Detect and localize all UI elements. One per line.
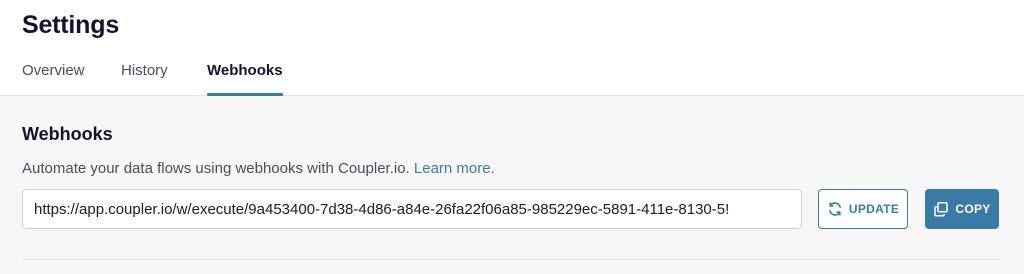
- update-button[interactable]: UPDATE: [818, 189, 908, 229]
- tab-webhooks[interactable]: Webhooks: [207, 62, 283, 96]
- refresh-icon: [827, 201, 843, 217]
- section-title: Webhooks: [22, 124, 113, 144]
- copy-button[interactable]: COPY: [925, 189, 999, 229]
- tab-overview[interactable]: Overview: [22, 62, 85, 96]
- description-text: Automate your data flows using webhooks …: [22, 160, 410, 177]
- tab-history[interactable]: History: [121, 62, 168, 96]
- page-title: Settings: [22, 11, 120, 39]
- settings-header: Settings Overview History Webhooks: [0, 0, 1024, 96]
- learn-more-link[interactable]: Learn more.: [414, 160, 495, 177]
- update-label: UPDATE: [848, 202, 900, 216]
- webhook-url-field[interactable]: [22, 189, 802, 229]
- section-divider: [22, 259, 1000, 260]
- copy-label: COPY: [955, 202, 991, 216]
- section-description: Automate your data flows using webhooks …: [22, 160, 495, 177]
- copy-icon: [933, 201, 949, 217]
